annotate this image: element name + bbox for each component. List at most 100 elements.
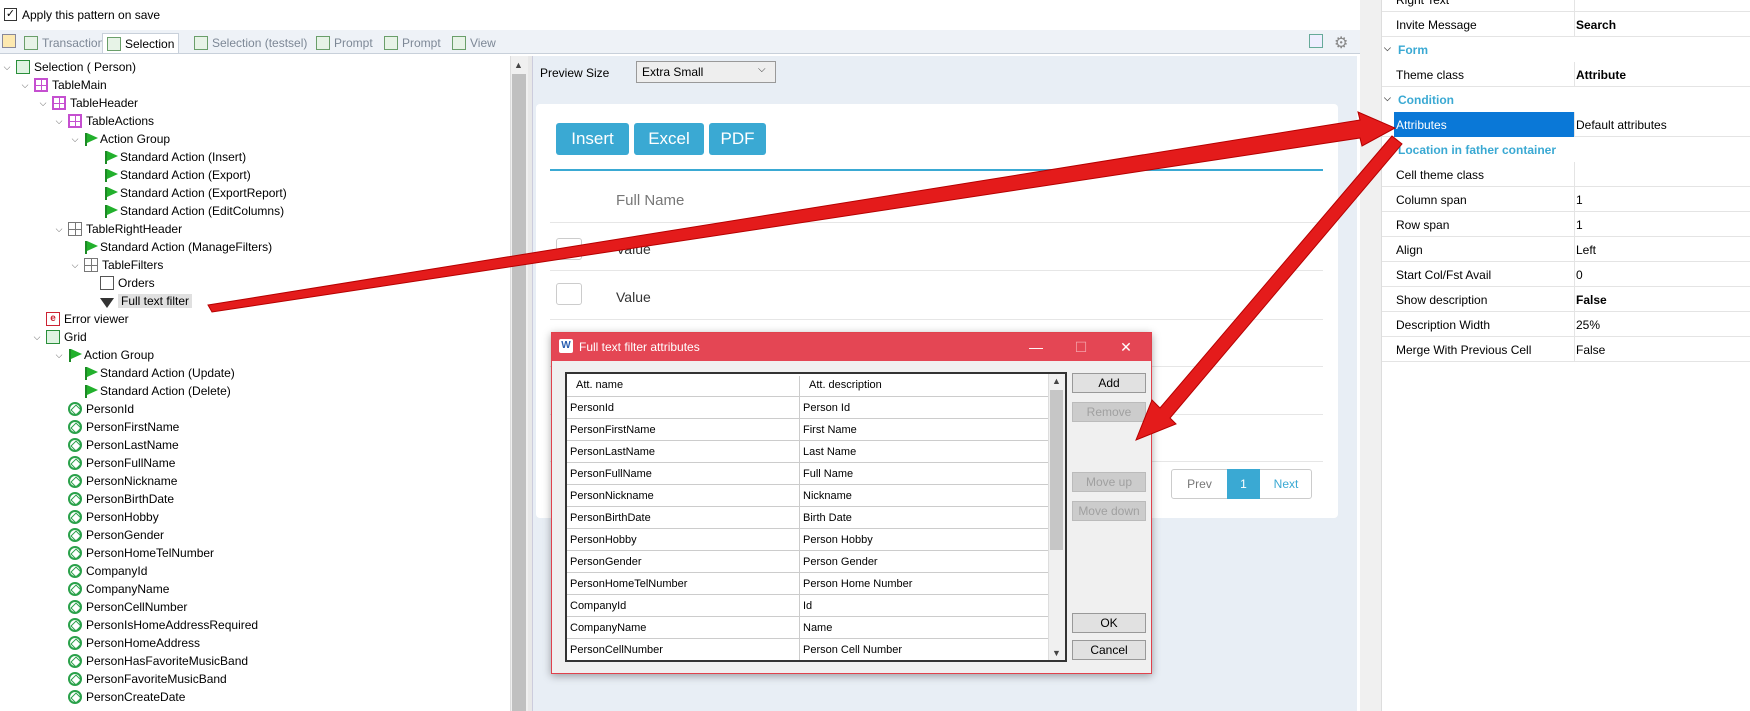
collapse-icon[interactable]: ⌵ (1384, 93, 1391, 104)
new-instance-icon[interactable] (1309, 34, 1323, 48)
tree-node[interactable]: PersonNickname (68, 472, 177, 490)
att-name-cell[interactable]: CompanyId (570, 600, 626, 612)
att-name-cell[interactable]: PersonId (570, 402, 614, 414)
att-name-cell[interactable]: PersonFirstName (570, 424, 656, 436)
property-value[interactable]: 25% (1576, 318, 1600, 332)
pattern-settings-icon[interactable] (2, 34, 16, 48)
tree-node[interactable]: Standard Action (ExportReport) (104, 184, 287, 202)
tree-node[interactable]: e Error viewer (46, 310, 129, 328)
property-row[interactable]: Start Col/Fst Avail 0 (1382, 262, 1750, 287)
column-header-att-description[interactable]: Att. description (803, 376, 888, 396)
tree-node[interactable]: ⌵ TableMain (20, 76, 107, 94)
grid-row[interactable]: PersonNickname Nickname (567, 484, 1050, 507)
tree-node[interactable]: ⌵ TableFilters (70, 256, 163, 274)
next-page-button[interactable]: Next (1260, 470, 1312, 498)
tree-scrollbar-thumb[interactable] (512, 74, 526, 711)
cancel-button[interactable]: Cancel (1072, 640, 1146, 660)
property-value[interactable]: Default attributes (1576, 118, 1667, 132)
property-category[interactable]: Form ⌵ (1382, 37, 1750, 62)
apply-pattern-label[interactable]: Apply this pattern on save (22, 8, 160, 22)
property-value[interactable]: False (1576, 293, 1607, 307)
tree-node[interactable]: CompanyName (68, 580, 169, 598)
property-row[interactable]: Description Width 25% (1382, 312, 1750, 337)
expand-toggle-icon[interactable]: ⌵ (70, 134, 80, 145)
close-icon[interactable]: ✕ (1111, 337, 1141, 357)
property-category[interactable]: Condition ⌵ (1382, 87, 1750, 112)
att-name-cell[interactable]: CompanyName (570, 622, 646, 634)
minimize-icon[interactable]: — (1021, 337, 1051, 357)
property-row[interactable]: Right Text (1382, 0, 1750, 12)
grid-row[interactable]: PersonBirthDate Birth Date (567, 506, 1050, 529)
column-header-att-name[interactable]: Att. name (570, 376, 629, 396)
tree-node[interactable]: PersonFullName (68, 454, 175, 472)
att-description-cell[interactable]: Full Name (803, 468, 853, 480)
excel-button[interactable]: Excel (634, 123, 704, 155)
expand-toggle-icon[interactable]: ⌵ (54, 350, 64, 361)
gear-icon[interactable]: ⚙ (1334, 33, 1348, 53)
tree-node[interactable]: PersonId (68, 400, 134, 418)
att-name-cell[interactable]: PersonHomeTelNumber (570, 578, 687, 590)
att-description-cell[interactable]: Name (803, 622, 832, 634)
property-row[interactable]: Merge With Previous Cell False (1382, 337, 1750, 362)
tree-node[interactable]: Standard Action (Delete) (84, 382, 231, 400)
property-category[interactable]: Location in father container ⌵ (1382, 137, 1750, 162)
grid-row[interactable]: PersonHomeTelNumber Person Home Number (567, 572, 1050, 595)
att-description-cell[interactable]: Person Home Number (803, 578, 912, 590)
expand-toggle-icon[interactable]: ⌵ (54, 224, 64, 235)
insert-button[interactable]: Insert (556, 123, 629, 155)
tree-node[interactable]: ⌵ TableHeader (38, 94, 138, 112)
tree-node[interactable]: PersonHobby (68, 508, 159, 526)
tree-node[interactable]: Standard Action (Export) (104, 166, 251, 184)
tree-node[interactable]: Full text filter (100, 292, 193, 310)
grid-row[interactable]: PersonId Person Id (567, 396, 1050, 419)
tab-selection-testsel[interactable]: Selection (testsel) (190, 33, 311, 53)
property-row[interactable]: Attributes Default attributes (1382, 112, 1750, 137)
att-name-cell[interactable]: PersonBirthDate (570, 512, 651, 524)
tree-node[interactable]: PersonIsHomeAddressRequired (68, 616, 258, 634)
property-value[interactable]: Left (1576, 243, 1596, 257)
tree-node[interactable]: Standard Action (ManageFilters) (84, 238, 272, 256)
tree-node[interactable]: Standard Action (Update) (84, 364, 235, 382)
grid-row[interactable]: PersonCellNumber Person Cell Number (567, 638, 1050, 660)
tab-selection[interactable]: Selection (102, 33, 180, 53)
prev-page-button[interactable]: Prev (1172, 470, 1227, 498)
att-description-cell[interactable]: Person Cell Number (803, 644, 902, 656)
row-action-icon[interactable] (556, 238, 582, 260)
scroll-up-icon[interactable]: ▲ (1052, 376, 1061, 386)
scroll-down-icon[interactable]: ▼ (1052, 648, 1061, 658)
expand-toggle-icon[interactable]: ⌵ (2, 62, 12, 73)
tab-prompt-1[interactable]: Prompt (312, 33, 377, 53)
expand-toggle-icon[interactable]: ⌵ (70, 260, 80, 271)
property-value[interactable]: 0 (1576, 268, 1583, 282)
grid-row[interactable]: PersonHobby Person Hobby (567, 528, 1050, 551)
att-name-cell[interactable]: PersonCellNumber (570, 644, 663, 656)
tree-node[interactable]: ⌵ Grid (32, 328, 87, 346)
tree-node[interactable]: ⌵ Selection ( Person) (2, 58, 136, 76)
tree-node[interactable]: PersonHasFavoriteMusicBand (68, 652, 248, 670)
att-description-cell[interactable]: Person Hobby (803, 534, 873, 546)
tree-node[interactable]: ⌵ Action Group (54, 346, 154, 364)
remove-button[interactable]: Remove (1072, 402, 1146, 422)
tree-node[interactable]: PersonFavoriteMusicBand (68, 670, 227, 688)
chevron-down-icon[interactable]: ⌵ (758, 64, 766, 75)
property-value[interactable]: 1 (1576, 193, 1583, 207)
tree-node[interactable]: PersonHomeTelNumber (68, 544, 214, 562)
grid-scrollbar-thumb[interactable] (1050, 390, 1063, 550)
maximize-icon[interactable]: ☐ (1066, 337, 1096, 357)
page-1-button[interactable]: 1 (1227, 469, 1260, 499)
move-up-button[interactable]: Move up (1072, 472, 1146, 492)
att-name-cell[interactable]: PersonFullName (570, 468, 652, 480)
tree-node[interactable]: Standard Action (EditColumns) (104, 202, 284, 220)
expand-toggle-icon[interactable]: ⌵ (54, 116, 64, 127)
att-name-cell[interactable]: PersonGender (570, 556, 642, 568)
tree-node[interactable]: PersonCellNumber (68, 598, 187, 616)
property-row[interactable]: Row span 1 (1382, 212, 1750, 237)
property-row[interactable]: Cell theme class (1382, 162, 1750, 187)
grid-row[interactable]: CompanyName Name (567, 616, 1050, 639)
property-row[interactable]: Align Left (1382, 237, 1750, 262)
preview-size-select[interactable]: Extra Small (636, 61, 776, 83)
tree-node[interactable]: PersonBirthDate (68, 490, 174, 508)
tree-node[interactable]: ⌵ TableActions (54, 112, 154, 130)
att-name-cell[interactable]: PersonLastName (570, 446, 655, 458)
property-row[interactable]: Column span 1 (1382, 187, 1750, 212)
